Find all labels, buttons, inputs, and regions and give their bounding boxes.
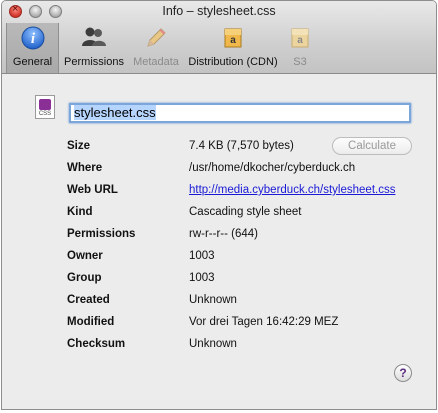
kind-value: Cascading style sheet	[189, 206, 302, 218]
filename-text: stylesheet.css	[74, 105, 156, 120]
tab-general[interactable]: i General	[6, 23, 59, 73]
weburl-label: Web URL	[67, 184, 118, 196]
toolbar: i General Permissions Metadata a Distrib…	[2, 23, 436, 73]
created-value: Unknown	[189, 294, 237, 306]
weburl-link[interactable]: http://media.cyberduck.ch/stylesheet.css	[189, 184, 395, 196]
tab-s3[interactable]: a S3	[284, 23, 316, 73]
where-value: /usr/home/dkocher/cyberduck.ch	[189, 162, 356, 174]
permissions-label: Permissions	[67, 228, 136, 240]
modified-value: Vor drei Tagen 16:42:29 MEZ	[189, 316, 339, 328]
size-label: Size	[67, 140, 91, 152]
svg-text:a: a	[297, 35, 303, 46]
group-label: Group	[67, 272, 102, 284]
window-title: Info – stylesheet.css	[162, 4, 276, 18]
tab-permissions[interactable]: Permissions	[60, 23, 128, 73]
calculate-button[interactable]: Calculate	[332, 137, 412, 155]
filename-field[interactable]: stylesheet.css	[69, 103, 411, 123]
s3-icon: a	[291, 28, 309, 48]
users-icon	[82, 27, 106, 46]
general-pane: CSS stylesheet.css Size 7.4 KB (7,570 by…	[2, 74, 436, 409]
info-icon: i	[21, 26, 44, 50]
tab-permissions-label: Permissions	[64, 56, 124, 68]
owner-label: Owner	[67, 250, 103, 262]
amazon-icon: a	[224, 28, 242, 48]
permissions-value: rw-r--r-- (644)	[189, 228, 258, 240]
svg-text:a: a	[230, 35, 236, 46]
modified-label: Modified	[67, 316, 115, 328]
where-label: Where	[67, 162, 103, 174]
group-value: 1003	[189, 272, 215, 284]
tab-general-label: General	[12, 56, 53, 68]
tab-s3-label: S3	[293, 56, 307, 68]
kind-label: Kind	[67, 206, 93, 218]
pencil-icon	[147, 28, 166, 47]
file-icon-label: CSS	[38, 111, 52, 117]
info-window: Info – stylesheet.css i General	[1, 0, 437, 410]
checksum-value: Unknown	[189, 338, 237, 350]
help-button[interactable]: ?	[394, 364, 412, 382]
checksum-label: Checksum	[67, 338, 126, 350]
css-file-icon: CSS	[35, 95, 55, 119]
tab-metadata-label: Metadata	[133, 56, 179, 68]
tab-distribution-label: Distribution (CDN)	[188, 56, 278, 68]
owner-value: 1003	[189, 250, 215, 262]
size-value: 7.4 KB (7,570 bytes)	[189, 140, 294, 152]
tab-distribution[interactable]: a Distribution (CDN)	[184, 23, 282, 73]
created-label: Created	[67, 294, 110, 306]
tab-metadata[interactable]: Metadata	[130, 23, 182, 73]
title-bar: Info – stylesheet.css i General	[2, 1, 436, 74]
